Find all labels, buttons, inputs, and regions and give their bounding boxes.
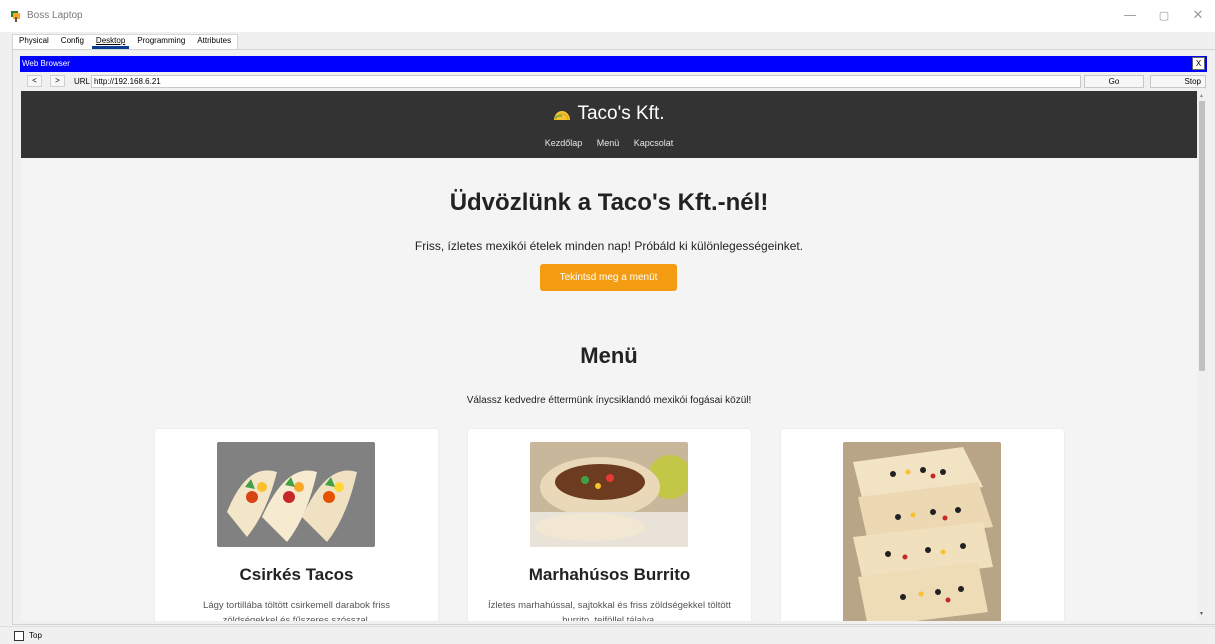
url-label: URL	[74, 77, 91, 86]
scroll-up-icon[interactable]: ▲	[1199, 93, 1204, 99]
quesadilla-image	[843, 442, 1001, 621]
maximize-button[interactable]: ▢	[1150, 6, 1178, 26]
view-menu-button[interactable]: Tekintsd meg a menüt	[540, 264, 677, 291]
nav-link-contact[interactable]: Kapcsolat	[634, 138, 674, 148]
menu-item-desc: Lágy tortillába töltött csirkemell darab…	[203, 600, 390, 621]
menu-card-beef-burrito: Marhahúsos Burrito Ízletes marhahússal, …	[468, 429, 751, 621]
stop-button[interactable]: Stop	[1150, 75, 1206, 88]
menu-title: Menü	[580, 343, 638, 368]
web-browser-close-button[interactable]: X	[1192, 57, 1205, 70]
beef-burrito-image	[530, 442, 688, 547]
window-titlebar: Boss Laptop — ▢ ✕	[0, 0, 1215, 32]
tab-attributes[interactable]: Attributes	[191, 35, 237, 49]
minimize-button[interactable]: —	[1116, 6, 1144, 26]
tab-config[interactable]: Config	[55, 35, 90, 49]
close-window-button[interactable]: ✕	[1184, 6, 1212, 26]
address-bar: < > URL http://192.168.6.21 Go Stop	[20, 73, 1207, 91]
app-icon	[11, 11, 20, 22]
bottom-bar: Top	[0, 626, 1215, 644]
menu-subtitle: Válassz kedvedre éttermünk ínycsiklandó …	[466, 395, 752, 406]
window-title: Boss Laptop	[27, 10, 83, 21]
go-button[interactable]: Go	[1084, 75, 1144, 88]
site-brand: Taco's Kft.	[577, 103, 665, 124]
menu-card-quesadilla	[781, 429, 1064, 621]
hero-subtitle: Friss, ízletes mexikói ételek minden nap…	[414, 239, 804, 253]
tab-physical[interactable]: Physical	[13, 35, 55, 49]
hero-title: Üdvözlünk a Taco's Kft.-nél!	[449, 189, 769, 216]
site-nav: Kezdőlap Menü Kapcsolat	[21, 138, 1197, 148]
scrollbar-thumb[interactable]	[1199, 101, 1205, 371]
menu-item-name: Csirkés Tacos	[239, 565, 354, 584]
forward-button[interactable]: >	[50, 75, 65, 87]
menu-item-desc: Ízletes marhahússal, sajtokkal és friss …	[488, 600, 731, 621]
site-logo[interactable]: Taco's Kft.	[21, 103, 1197, 125]
web-browser-titlebar: Web Browser X	[20, 56, 1207, 72]
web-browser-title: Web Browser	[22, 59, 70, 68]
tab-programming[interactable]: Programming	[131, 35, 191, 49]
taco-icon	[554, 111, 571, 120]
menu-item-name: Marhahúsos Burrito	[528, 565, 691, 584]
top-checkbox-label: Top	[29, 631, 42, 640]
device-tabstrip: Physical Config Desktop Programming Attr…	[12, 32, 1215, 49]
tab-desktop[interactable]: Desktop	[90, 35, 131, 49]
chicken-tacos-image	[217, 442, 375, 547]
top-checkbox[interactable]	[14, 631, 24, 641]
nav-link-menu[interactable]: Menü	[597, 138, 620, 148]
scroll-down-icon[interactable]: ▼	[1199, 611, 1204, 617]
site-header: Taco's Kft. Kezdőlap Menü Kapcsolat	[21, 91, 1197, 158]
page-scrollbar[interactable]: ▲ ▼	[1197, 91, 1207, 621]
back-button[interactable]: <	[27, 75, 42, 87]
nav-link-home[interactable]: Kezdőlap	[545, 138, 583, 148]
menu-card-chicken-tacos: Csirkés Tacos Lágy tortillába töltött cs…	[155, 429, 438, 621]
url-input[interactable]: http://192.168.6.21	[91, 75, 1081, 88]
web-viewport: Taco's Kft. Kezdőlap Menü Kapcsolat Üdvö…	[21, 91, 1197, 621]
